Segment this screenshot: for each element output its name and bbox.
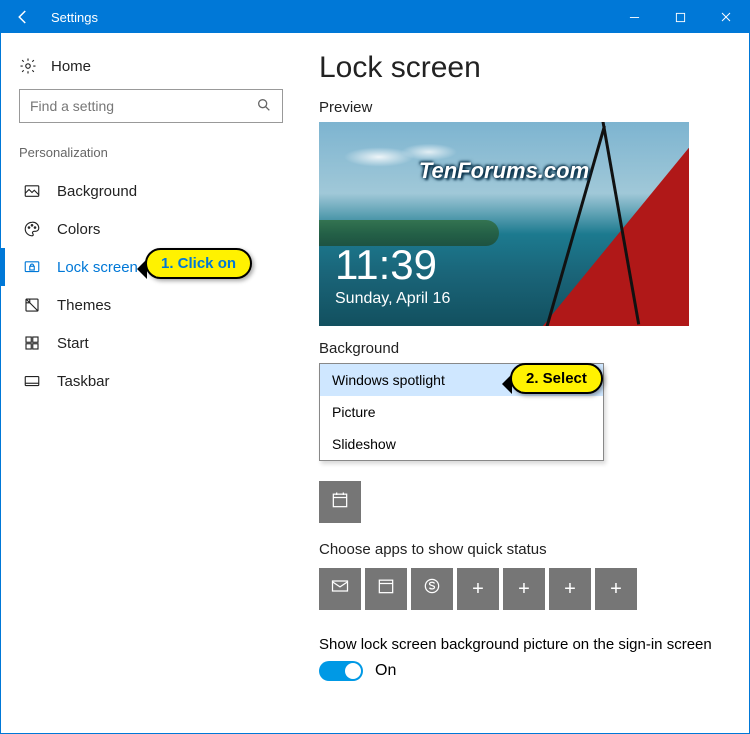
sidebar-item-label: Taskbar xyxy=(57,373,110,390)
section-label: Personalization xyxy=(1,141,301,172)
sidebar-item-background[interactable]: Background xyxy=(1,172,301,210)
plus-icon: + xyxy=(564,578,576,601)
quick-app-add-4[interactable]: + xyxy=(595,568,637,610)
annotation-step1: 1. Click on xyxy=(145,248,252,279)
search-icon xyxy=(256,97,272,116)
preview-time: 11:39 xyxy=(335,244,437,286)
sidebar-item-colors[interactable]: Colors xyxy=(1,210,301,248)
annotation-step2: 2. Select xyxy=(510,363,603,394)
close-button[interactable] xyxy=(703,1,749,33)
lock-screen-preview: TenForums.com 11:39 Sunday, April 16 xyxy=(319,122,689,326)
skype-icon xyxy=(422,576,442,602)
quick-app-mail[interactable] xyxy=(319,568,361,610)
themes-icon xyxy=(23,296,41,314)
sidebar-item-label: Colors xyxy=(57,221,100,238)
background-dropdown[interactable]: Windows spotlight 2. Select Picture Slid… xyxy=(319,363,604,461)
titlebar: Settings xyxy=(1,1,749,33)
palette-icon xyxy=(23,220,41,238)
dropdown-option-slideshow[interactable]: Slideshow xyxy=(320,428,603,460)
quick-app-calendar[interactable] xyxy=(365,568,407,610)
start-icon xyxy=(23,334,41,352)
dropdown-option-spotlight[interactable]: Windows spotlight 2. Select xyxy=(320,364,603,396)
dropdown-option-picture[interactable]: Picture xyxy=(320,396,603,428)
quick-app-add-3[interactable]: + xyxy=(549,568,591,610)
search-placeholder: Find a setting xyxy=(30,98,114,114)
window-title: Settings xyxy=(45,10,611,25)
plus-icon: + xyxy=(610,578,622,601)
sidebar-item-label: Background xyxy=(57,183,137,200)
page-title: Lock screen xyxy=(319,51,721,85)
calendar-icon xyxy=(330,490,350,515)
plus-icon: + xyxy=(472,578,484,601)
quick-app-skype[interactable] xyxy=(411,568,453,610)
quick-app-add-2[interactable]: + xyxy=(503,568,545,610)
lock-screen-icon xyxy=(23,258,41,276)
minimize-button[interactable] xyxy=(611,1,657,33)
preview-label: Preview xyxy=(319,99,721,116)
quick-app-add-1[interactable]: + xyxy=(457,568,499,610)
window-controls xyxy=(611,1,749,33)
sidebar-item-label: Start xyxy=(57,335,89,352)
home-label: Home xyxy=(51,58,91,75)
picture-icon xyxy=(23,182,41,200)
signin-picture-toggle[interactable]: On xyxy=(319,661,721,681)
signin-picture-label: Show lock screen background picture on t… xyxy=(319,636,721,653)
sidebar-item-lock-screen[interactable]: Lock screen 1. Click on xyxy=(1,248,301,286)
sidebar: Home Find a setting Personalization Back… xyxy=(1,33,301,733)
main-content: Lock screen Preview TenForums.com 11:39 … xyxy=(301,33,749,733)
maximize-button[interactable] xyxy=(657,1,703,33)
sidebar-item-label: Lock screen xyxy=(57,259,138,276)
taskbar-icon xyxy=(23,372,41,390)
toggle-state: On xyxy=(375,662,396,680)
detailed-status-app-calendar[interactable] xyxy=(319,481,361,523)
quick-status-label: Choose apps to show quick status xyxy=(319,541,721,558)
settings-window: Settings Home Find a setting xyxy=(0,0,750,734)
calendar-icon xyxy=(376,576,396,602)
preview-watermark: TenForums.com xyxy=(419,158,589,184)
gear-icon xyxy=(19,57,37,75)
sidebar-item-start[interactable]: Start xyxy=(1,324,301,362)
search-input[interactable]: Find a setting xyxy=(19,89,283,123)
home-link[interactable]: Home xyxy=(1,51,301,89)
sidebar-item-themes[interactable]: Themes xyxy=(1,286,301,324)
preview-date: Sunday, April 16 xyxy=(335,290,450,308)
background-label: Background xyxy=(319,340,721,357)
back-button[interactable] xyxy=(1,1,45,33)
sidebar-item-label: Themes xyxy=(57,297,111,314)
sidebar-item-taskbar[interactable]: Taskbar xyxy=(1,362,301,400)
plus-icon: + xyxy=(518,578,530,601)
mail-icon xyxy=(330,576,350,602)
